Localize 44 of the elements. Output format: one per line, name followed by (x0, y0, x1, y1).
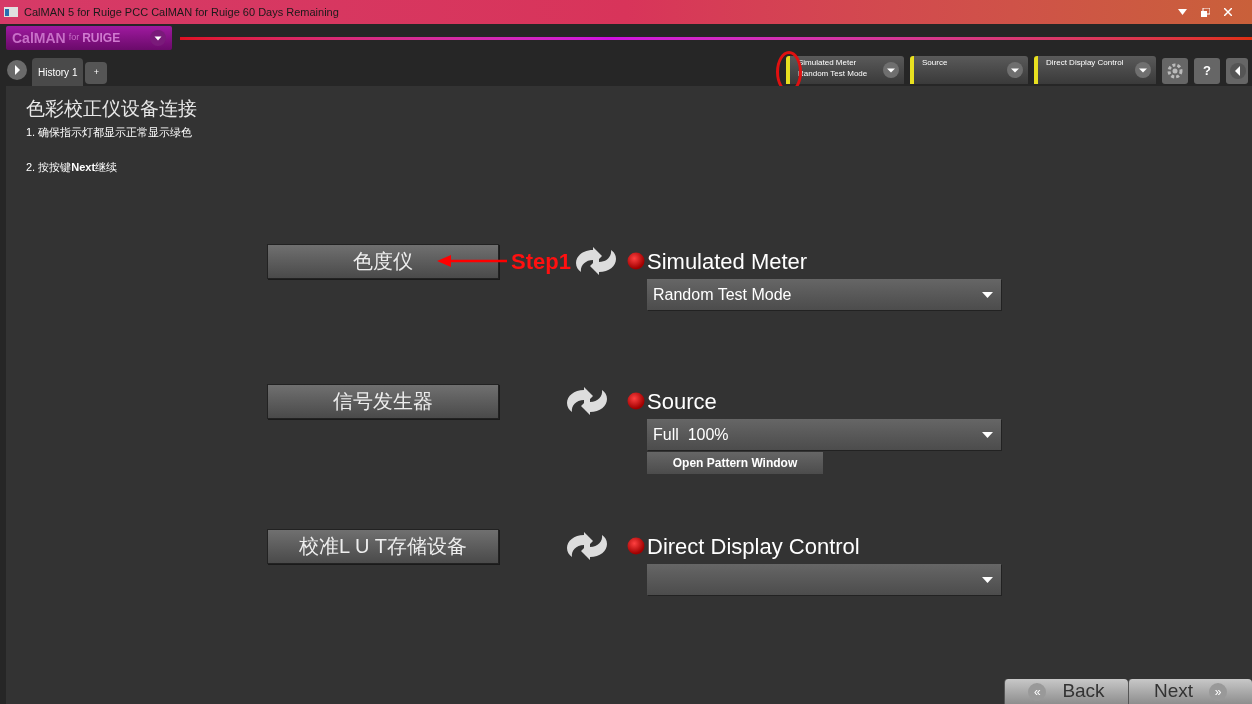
device-button[interactable]: 色度仪 (267, 243, 499, 279)
instruction-step: 1. 确保指示灯都显示正常显示绿色 (26, 124, 1252, 141)
play-button[interactable] (6, 59, 28, 81)
dropdown-icon (1134, 61, 1152, 79)
sync-arrows-icon[interactable] (564, 386, 610, 416)
back-button[interactable]: « Back (1004, 679, 1128, 704)
instruction-step: 2. 按按键Next继续 (26, 158, 1252, 175)
restore-icon[interactable] (1201, 7, 1210, 17)
device-button[interactable]: 信号发生器 (267, 383, 499, 419)
caret-icon (982, 576, 993, 583)
device-label: Source (922, 57, 948, 68)
open-pattern-button[interactable]: Open Pattern Window (647, 452, 823, 474)
sync-arrows-icon[interactable] (564, 531, 610, 561)
device-label: Direct Display Control (1046, 57, 1124, 68)
device-name: Direct Display Control (647, 532, 860, 561)
status-light (627, 252, 645, 270)
step-label: Step1 (511, 247, 571, 276)
annotation-arrow (437, 255, 507, 267)
close-icon[interactable] (1224, 8, 1232, 16)
device-name: Source (647, 387, 717, 416)
device-name: Simulated Meter (647, 247, 808, 276)
dropdown-field[interactable]: Full 100% (647, 419, 1001, 450)
device-selector[interactable]: Source (910, 56, 1028, 84)
device-button[interactable]: 校准L U T存储设备 (267, 528, 499, 564)
dropdown-field[interactable]: Random Test Mode (647, 279, 1001, 310)
page-heading: 色彩校正仪设备连接 (26, 97, 198, 121)
caret-icon (982, 291, 993, 298)
dropdown-icon (882, 61, 900, 79)
dropdown-field[interactable] (647, 564, 1001, 595)
caret-icon (982, 431, 993, 438)
device-selector[interactable]: Direct Display Control (1034, 56, 1156, 84)
status-light (627, 392, 645, 410)
add-tab-button[interactable]: + (85, 62, 108, 84)
minimize-icon[interactable] (1178, 9, 1187, 15)
window-title: CalMAN 5 for Ruige PCC CalMAN for Ruige 60 Days Remaining (24, 4, 339, 20)
settings-button[interactable] (1162, 58, 1188, 84)
app-icon (4, 7, 18, 17)
next-button[interactable]: Next » (1128, 679, 1252, 704)
help-button[interactable]: ? (1194, 58, 1220, 84)
collapse-button[interactable] (1226, 58, 1248, 84)
dropdown-icon (150, 30, 166, 46)
dropdown-icon (1006, 61, 1024, 79)
status-light (627, 537, 645, 555)
tab[interactable]: History 1 (32, 58, 84, 86)
